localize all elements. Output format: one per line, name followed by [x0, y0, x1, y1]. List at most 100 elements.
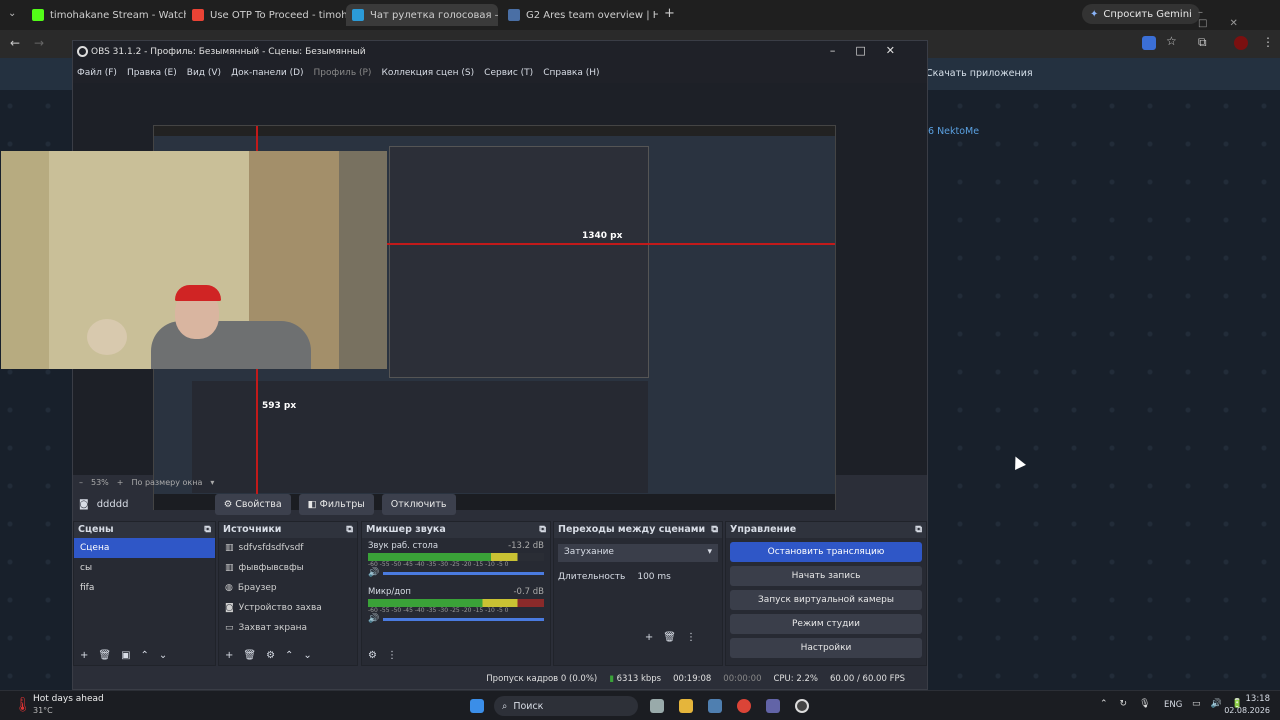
window-title: OBS 31.1.2 - Профиль: Безымянный - Сцены… [91, 47, 366, 57]
stop-stream-button[interactable]: Остановить трансляцию [730, 542, 922, 562]
volume-meter [368, 599, 544, 607]
start-icon[interactable] [470, 699, 484, 713]
search-icon: ⌕ [502, 700, 508, 712]
tab-timohakane[interactable]: timohakane Stream - Watch Li✕ [26, 4, 186, 26]
disconnect-button[interactable]: Отключить [381, 493, 456, 515]
ask-gemini-button[interactable]: ✦ Спросить Gemini [1082, 4, 1200, 24]
menu-help[interactable]: Справка (H) [543, 68, 599, 78]
tab-list-icon[interactable]: ⌄ [8, 8, 16, 19]
dock-title: Источники [223, 524, 282, 535]
settings-button[interactable]: Настройки [730, 638, 922, 658]
dock-float-icon[interactable]: ⧉ [346, 524, 353, 536]
audio-mixer-dock: Микшер звука ⧉ Звук раб. стола -13.2 dB -6… [361, 521, 551, 666]
menu-scene-collection[interactable]: Коллекция сцен (S) [381, 68, 474, 78]
audio-icon: ▥ [225, 563, 234, 573]
teams-icon[interactable] [766, 699, 780, 713]
transitions-toolbar[interactable]: +🗑⋮ [645, 632, 706, 643]
menu-view[interactable]: Вид (V) [187, 68, 221, 78]
obs-status-bar: Пропуск кадров 0 (0.0%) ▮ 6313 kbps 00:1… [73, 669, 927, 689]
dock-float-icon[interactable]: ⧉ [711, 524, 718, 536]
weather-icon: 🌡 [14, 697, 32, 713]
source-item[interactable]: ◍ Браузер [219, 578, 357, 598]
zoom-in-button[interactable]: + [117, 478, 124, 487]
speaker-icon[interactable]: 🔊 [368, 568, 379, 578]
camera-icon: ◙ [79, 498, 89, 510]
dock-float-icon[interactable]: ⧉ [915, 524, 922, 536]
mixer-toolbar[interactable]: ⚙⋮ [368, 650, 407, 661]
scenes-dock: Сцены ⧉ Сцена сы fifa +🗑▣⌃⌄ [73, 521, 216, 666]
steam-icon[interactable] [708, 699, 722, 713]
mixer-channel-mic: Микр/доп -0.7 dB -60 -55 -50 -45 -40 -35 … [368, 587, 544, 624]
dock-float-icon[interactable]: ⧉ [539, 524, 546, 536]
source-item[interactable]: ▥ sdfvsfdsdfvsdf [219, 538, 357, 558]
task-view-icon[interactable] [650, 699, 664, 713]
gemini-icon: ✦ [1090, 8, 1099, 20]
tab-otp[interactable]: Use OTP To Proceed - timohak✕ [186, 4, 346, 26]
file-explorer-icon[interactable] [679, 699, 693, 713]
measure-line-horizontal [384, 243, 835, 245]
chevron-down-icon: ▾ [707, 547, 712, 557]
obs-taskbar-icon[interactable] [795, 699, 809, 713]
obs-window: OBS 31.1.2 - Профиль: Безымянный - Сцены… [1, 40, 928, 690]
scenes-toolbar[interactable]: +🗑▣⌃⌄ [80, 650, 177, 661]
back-icon[interactable]: ← [10, 36, 20, 50]
transition-select[interactable]: Затухание ▾ [558, 544, 718, 562]
tab-hltv[interactable]: G2 Ares team overview | HLTV.o✕ [502, 4, 658, 26]
scene-item[interactable]: сы [74, 558, 215, 578]
zoom-mode-select[interactable]: По размеру окна [131, 478, 202, 487]
taskbar-search[interactable]: ⌕ Поиск [494, 696, 638, 716]
dock-float-icon[interactable]: ⧉ [204, 524, 211, 536]
zoom-out-button[interactable]: – [79, 478, 83, 487]
source-item[interactable]: ▭ Захват экрана [219, 618, 357, 638]
zoom-level: 53% [91, 477, 109, 487]
tray-icons[interactable]: ⌃↻🎙 [1100, 699, 1163, 709]
weather-title[interactable]: Hot days ahead [33, 694, 104, 704]
monitor-icon: ▭ [225, 623, 234, 633]
window-controls[interactable]: –□✕ [1198, 7, 1280, 29]
translate-icon[interactable] [1142, 36, 1156, 50]
measure-label-593: 593 px [262, 401, 297, 411]
clock-time[interactable]: 13:18 [1228, 694, 1271, 704]
weather-temp: 31°C [33, 706, 53, 715]
obs-preview[interactable]: 1340 px 593 px [1, 83, 927, 511]
menu-docks[interactable]: Док-панели (D) [231, 68, 303, 78]
menu-profile[interactable]: Профиль (P) [314, 68, 372, 78]
download-apps-link[interactable]: Скачать приложения [926, 68, 1033, 79]
virtual-camera-button[interactable]: Запуск виртуальной камеры [730, 590, 922, 610]
volume-slider[interactable] [383, 617, 544, 621]
dock-title: Сцены [78, 524, 114, 535]
browser-icon: ◍ [225, 583, 233, 593]
meter-scale: -60 -55 -50 -45 -40 -35 -30 -25 -20 -15 … [368, 561, 509, 568]
nested-obs-window [389, 146, 649, 378]
duration-input[interactable]: 100 ms [637, 572, 671, 582]
cpu-usage: CPU: 2.2% [773, 674, 818, 684]
extensions-icon[interactable]: ⧉ [1198, 35, 1207, 50]
bookmark-star-icon[interactable]: ☆ [1166, 34, 1177, 48]
language-indicator[interactable]: ENG [1164, 700, 1182, 710]
menu-edit[interactable]: Правка (E) [127, 68, 177, 78]
tab-chat-roulette[interactable]: Чат рулетка голосовая —✕ [346, 4, 498, 26]
scene-item[interactable]: Сцена [74, 538, 215, 558]
studio-mode-button[interactable]: Режим студии [730, 614, 922, 634]
chrome-icon[interactable] [737, 699, 751, 713]
source-item[interactable]: ▥ фывфывсвфы [219, 558, 357, 578]
filters-button[interactable]: ◧ Фильтры [298, 493, 374, 515]
scene-item[interactable]: fifa [74, 578, 215, 598]
menu-tools[interactable]: Сервис (T) [484, 68, 533, 78]
forward-icon[interactable]: → [34, 36, 44, 50]
obs-titlebar: OBS 31.1.2 - Профиль: Безымянный - Сцены… [73, 41, 927, 63]
source-item[interactable]: ◙ Устройство захва [219, 598, 357, 618]
start-recording-button[interactable]: Начать запись [730, 566, 922, 586]
obs-window-controls[interactable]: –□✕ [830, 44, 915, 57]
speaker-icon[interactable]: 🔊 [368, 614, 379, 624]
properties-button[interactable]: ⚙ Свойства [214, 493, 291, 515]
profile-avatar[interactable] [1234, 36, 1248, 50]
sources-toolbar[interactable]: +🗑⚙⌃⌄ [225, 650, 322, 661]
chevron-down-icon[interactable]: ▾ [210, 478, 214, 487]
mixer-channel-desktop: Звук раб. стола -13.2 dB -60 -55 -50 -45 … [368, 541, 544, 578]
new-tab-button[interactable]: + [664, 6, 675, 21]
windows-taskbar: 🌡 Hot days ahead 31°C ⌕ Поиск ⌃↻🎙 ENG ▭🔊🔋… [0, 690, 1280, 720]
menu-icon[interactable]: ⋮ [1262, 35, 1274, 49]
menu-file[interactable]: Файл (F) [77, 68, 117, 78]
volume-slider[interactable] [383, 571, 544, 575]
